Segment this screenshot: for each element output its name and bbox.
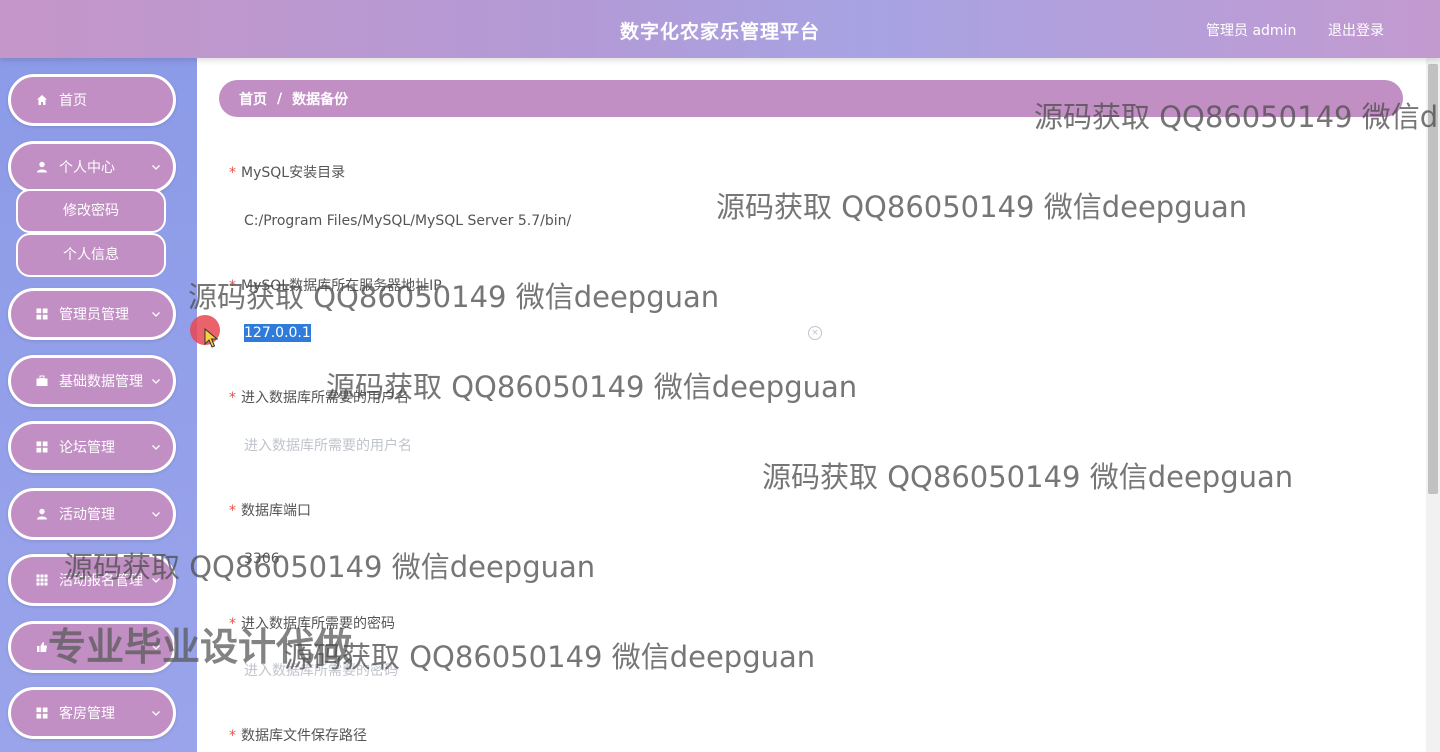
grid-icon [35, 706, 49, 720]
grid-icon [35, 440, 49, 454]
chevron-down-icon [151, 376, 161, 386]
db-password-input[interactable] [232, 651, 828, 691]
sidebar-item-profile[interactable]: 个人中心 [8, 141, 176, 193]
mysql-dir-label: * MySQL安装目录 [229, 162, 345, 182]
submenu-profile-info[interactable]: 个人信息 [16, 233, 166, 277]
db-password-label: * 进入数据库所需要的密码 [229, 613, 395, 633]
sidebar-item-base-data[interactable]: 基础数据管理 [8, 355, 176, 407]
chevron-down-icon [151, 708, 161, 718]
db-user-label: * 进入数据库所需要的用户名 [229, 387, 409, 407]
briefcase-icon [35, 374, 49, 388]
sidebar-item-label: 管理员管理 [59, 307, 129, 323]
db-user-label-text: 进入数据库所需要的用户名 [241, 390, 409, 406]
sidebar-item-home[interactable]: 首页 [8, 74, 176, 126]
db-user-input[interactable] [232, 426, 828, 466]
watermark: 源码获取 QQ86050149 微信deepguan [762, 460, 1294, 494]
db-password-label-text: 进入数据库所需要的密码 [241, 616, 395, 632]
db-port-label: * 数据库端口 [229, 500, 311, 520]
server-ip-input[interactable]: 127.0.0.1 [244, 324, 311, 342]
logout-link[interactable]: 退出登录 [1328, 20, 1384, 40]
chevron-down-icon [151, 442, 161, 452]
user-icon [35, 507, 49, 521]
clear-icon[interactable]: × [808, 326, 822, 340]
breadcrumb: 首页 / 数据备份 [219, 80, 1403, 117]
db-port-input[interactable] [232, 539, 828, 579]
required-mark: * [229, 616, 236, 632]
sidebar-item-label: 基础数据管理 [59, 374, 143, 390]
required-mark: * [229, 503, 236, 519]
server-ip-value: 127.0.0.1 [244, 324, 311, 342]
sidebar-item-activity-signup[interactable]: 活动报名管理 [8, 554, 176, 606]
db-port-label-text: 数据库端口 [241, 503, 311, 519]
sidebar-item-rooms[interactable]: 客房管理 [8, 687, 176, 739]
required-mark: * [229, 278, 236, 294]
mysql-dir-input[interactable] [232, 201, 828, 241]
sidebar-item-label: 活动报名管理 [59, 573, 143, 589]
cursor-arrow-icon [204, 328, 218, 348]
required-mark: * [229, 390, 236, 406]
thumb-icon [35, 640, 49, 654]
user-icon [35, 160, 49, 174]
breadcrumb-current: 数据备份 [292, 91, 349, 108]
home-icon [35, 93, 49, 107]
sidebar-item-label: 论坛管理 [59, 440, 115, 456]
sidebar-item-label: 活动管理 [59, 507, 115, 523]
current-user-label: 管理员 admin [1206, 23, 1297, 39]
mysql-dir-label-text: MySQL安装目录 [241, 165, 346, 181]
sidebar-item-label: 个人中心 [59, 160, 115, 176]
chevron-down-icon [151, 575, 161, 585]
scrollbar-thumb[interactable] [1428, 64, 1438, 494]
sidebar-item-activity[interactable]: 活动管理 [8, 488, 176, 540]
sidebar-item-label: 客房管理 [59, 706, 115, 722]
apps-icon [35, 573, 49, 587]
sidebar-item-forum[interactable]: 论坛管理 [8, 421, 176, 473]
chevron-down-icon [151, 162, 161, 172]
chevron-down-icon [151, 642, 161, 652]
save-path-label: * 数据库文件保存路径 [229, 725, 367, 745]
grid-icon [35, 307, 49, 321]
chevron-down-icon [151, 309, 161, 319]
sidebar-item-admin[interactable]: 管理员管理 [8, 288, 176, 340]
chevron-down-icon [151, 509, 161, 519]
submenu-change-password[interactable]: 修改密码 [16, 189, 166, 233]
sidebar-item-label: 首页 [59, 93, 87, 109]
breadcrumb-home[interactable]: 首页 [239, 89, 267, 109]
sidebar-item-obscured[interactable] [8, 621, 176, 673]
required-mark: * [229, 165, 236, 181]
server-ip-label-text: MySQL数据库所在服务器地址IP [241, 278, 442, 294]
required-mark: * [229, 728, 236, 744]
save-path-label-text: 数据库文件保存路径 [241, 728, 367, 744]
server-ip-label: * MySQL数据库所在服务器地址IP [229, 275, 442, 295]
top-header: 数字化农家乐管理平台 管理员 admin 退出登录 [0, 0, 1440, 58]
breadcrumb-separator: / [277, 90, 283, 107]
